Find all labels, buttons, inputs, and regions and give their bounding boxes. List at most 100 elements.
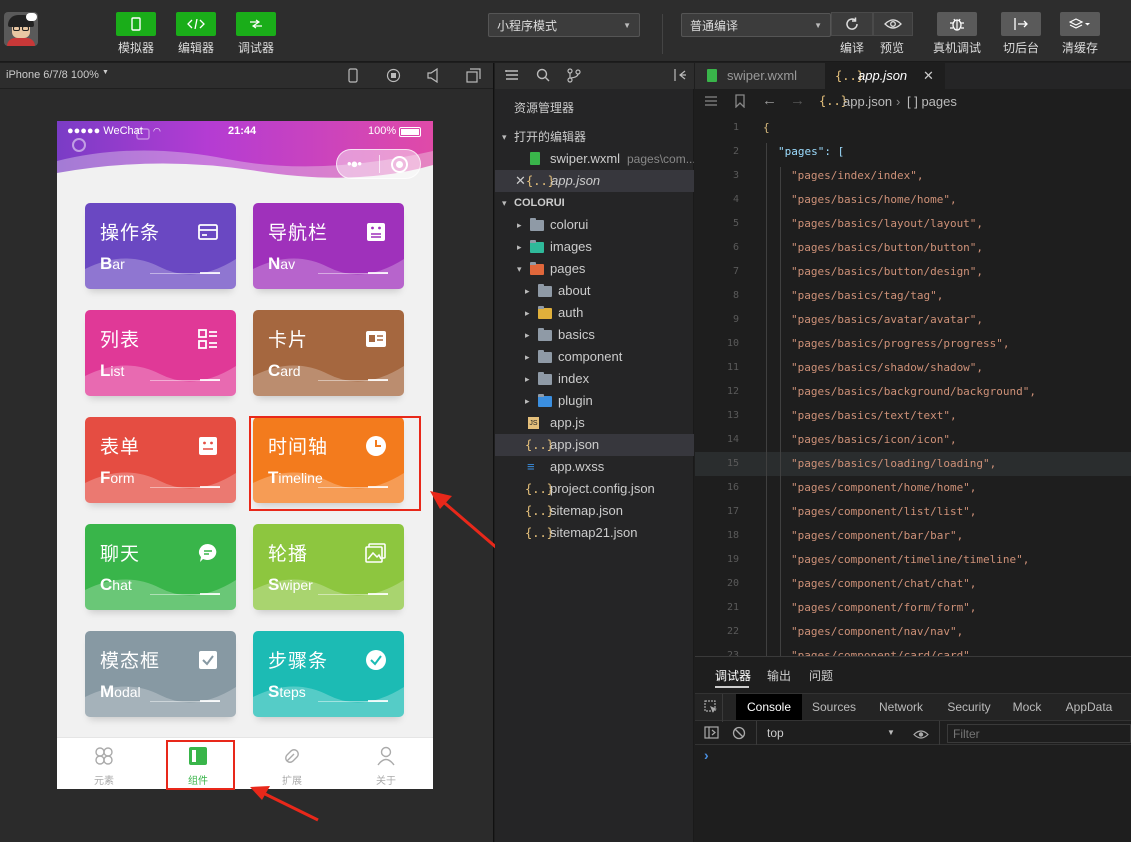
code-line[interactable]: 21 "pages/component/form/form", bbox=[695, 596, 1131, 620]
code-area[interactable]: 1{2 "pages": [3 "pages/index/index", 4 "page… bbox=[695, 115, 1131, 663]
chevron-right-icon[interactable]: ▸ bbox=[525, 346, 530, 368]
tree-item[interactable]: {..} project.config.json bbox=[495, 478, 694, 500]
chevron-right-icon[interactable]: ▸ bbox=[517, 236, 522, 258]
open-editor-app-json[interactable]: ✕ {..} app.json bbox=[495, 170, 694, 192]
line-number: 17 bbox=[726, 506, 739, 517]
menu-icon[interactable] bbox=[505, 68, 519, 85]
search-icon[interactable] bbox=[536, 68, 550, 85]
chevron-right-icon[interactable]: ▸ bbox=[525, 390, 530, 412]
line-number: 12 bbox=[726, 386, 739, 397]
console-tab[interactable]: Console bbox=[736, 694, 802, 720]
tree-item-label: basics bbox=[558, 327, 595, 342]
tree-item[interactable]: ▸ component bbox=[495, 346, 694, 368]
code-text: "pages/basics/shadow/shadow", bbox=[791, 361, 984, 374]
code-line[interactable]: 12 "pages/basics/background/background", bbox=[695, 380, 1131, 404]
tree-item-label: plugin bbox=[558, 393, 593, 408]
chevron-right-icon[interactable]: ▸ bbox=[525, 280, 530, 302]
code-line[interactable]: 19 "pages/component/timeline/timeline", bbox=[695, 548, 1131, 572]
console-toolbar: top ▼ bbox=[695, 721, 1131, 745]
tree-item[interactable]: {..} app.json bbox=[495, 434, 694, 456]
tree-item[interactable]: ▸ auth bbox=[495, 302, 694, 324]
forward-arrow-icon[interactable]: → bbox=[790, 92, 805, 109]
chevron-right-icon[interactable]: ▸ bbox=[517, 214, 522, 236]
chevron-right-icon[interactable]: ▸ bbox=[525, 324, 530, 346]
folder-icon bbox=[530, 240, 544, 253]
back-arrow-icon[interactable]: ← bbox=[762, 92, 777, 109]
tab-problems[interactable]: 问题 bbox=[809, 667, 833, 684]
tree-item-label: auth bbox=[558, 305, 584, 320]
open-editors-header[interactable]: ▾ 打开的编辑器 bbox=[495, 126, 694, 148]
console-tab[interactable]: Security bbox=[940, 694, 998, 720]
code-line[interactable]: 14 "pages/basics/icon/icon", bbox=[695, 428, 1131, 452]
tree-item[interactable]: ▸ images bbox=[495, 236, 694, 258]
close-tab-icon[interactable]: ✕ bbox=[923, 63, 934, 89]
tree-item[interactable]: JS app.js bbox=[495, 412, 694, 434]
code-line[interactable]: 2 "pages": [ bbox=[695, 140, 1131, 164]
code-line[interactable]: 17 "pages/component/list/list", bbox=[695, 500, 1131, 524]
tree-item[interactable]: ▸ basics bbox=[495, 324, 694, 346]
tree-item[interactable]: {..} sitemap21.json bbox=[495, 522, 694, 544]
console-tab[interactable]: Mock bbox=[1005, 694, 1049, 720]
breadcrumb-node[interactable]: [ ] pages bbox=[907, 94, 957, 109]
console-tab[interactable]: Sources bbox=[803, 694, 865, 720]
code-line[interactable]: 22 "pages/component/nav/nav", bbox=[695, 620, 1131, 644]
code-line[interactable]: 10 "pages/basics/progress/progress", bbox=[695, 332, 1131, 356]
editor-tabs: swiper.wxml {..} app.json ✕ bbox=[695, 63, 1131, 89]
eye-icon[interactable] bbox=[913, 727, 929, 745]
tree-item[interactable]: ▸ about bbox=[495, 280, 694, 302]
list-icon[interactable] bbox=[704, 95, 718, 110]
chevron-down-icon[interactable]: ▾ bbox=[517, 258, 522, 280]
breadcrumb: ← → {..} app.json › [ ] pages bbox=[695, 89, 1131, 115]
breadcrumb-separator: › bbox=[896, 94, 901, 109]
code-line[interactable]: 16 "pages/component/home/home", bbox=[695, 476, 1131, 500]
code-line[interactable]: 5 "pages/basics/layout/layout", bbox=[695, 212, 1131, 236]
tab-debugger[interactable]: 调试器 bbox=[715, 667, 751, 684]
close-icon[interactable]: ✕ bbox=[515, 170, 526, 192]
sidebar-toggle-icon[interactable] bbox=[704, 726, 719, 744]
console-tab[interactable]: Network bbox=[870, 694, 932, 720]
code-line[interactable]: 8 "pages/basics/tag/tag", bbox=[695, 284, 1131, 308]
breadcrumb-file[interactable]: app.json bbox=[843, 94, 892, 109]
code-line[interactable]: 4 "pages/basics/home/home", bbox=[695, 188, 1131, 212]
code-text: "pages/component/nav/nav", bbox=[791, 625, 964, 638]
tab-app-json[interactable]: {..} app.json ✕ bbox=[825, 63, 945, 89]
chevron-right-icon[interactable]: ▸ bbox=[525, 302, 530, 324]
context-select[interactable]: top bbox=[767, 726, 784, 740]
bookmark-icon[interactable] bbox=[734, 94, 746, 111]
tree-item[interactable]: {..} sitemap.json bbox=[495, 500, 694, 522]
git-branch-icon[interactable] bbox=[567, 68, 581, 86]
clear-console-icon[interactable] bbox=[732, 726, 746, 745]
chevron-down-icon[interactable]: ▼ bbox=[887, 728, 895, 737]
tree-item[interactable]: ▸ plugin bbox=[495, 390, 694, 412]
tree-item[interactable]: ▾ pages bbox=[495, 258, 694, 280]
inspect-icon[interactable] bbox=[704, 700, 718, 719]
console-prompt[interactable]: › bbox=[704, 747, 709, 763]
line-number: 10 bbox=[726, 338, 739, 349]
code-line[interactable]: 11 "pages/basics/shadow/shadow", bbox=[695, 356, 1131, 380]
code-line[interactable]: 13 "pages/basics/text/text", bbox=[695, 404, 1131, 428]
tree-item[interactable]: ≡ app.wxss bbox=[495, 456, 694, 478]
code-line[interactable]: 7 "pages/basics/button/design", bbox=[695, 260, 1131, 284]
code-line[interactable]: 6 "pages/basics/button/button", bbox=[695, 236, 1131, 260]
tab-swiper-wxml[interactable]: swiper.wxml bbox=[695, 63, 825, 89]
code-line[interactable]: 9 "pages/basics/avatar/avatar", bbox=[695, 308, 1131, 332]
tab-output[interactable]: 输出 bbox=[767, 667, 791, 684]
folder-icon bbox=[530, 218, 544, 231]
console-tab[interactable]: AppData bbox=[1058, 694, 1120, 720]
tree-item[interactable]: ▸ colorui bbox=[495, 214, 694, 236]
code-line[interactable]: 1{ bbox=[695, 116, 1131, 140]
open-editor-swiper[interactable]: swiper.wxml pages\com... bbox=[495, 148, 694, 170]
code-line[interactable]: 20 "pages/component/chat/chat", bbox=[695, 572, 1131, 596]
code-line[interactable]: 18 "pages/component/bar/bar", bbox=[695, 524, 1131, 548]
line-number: 5 bbox=[732, 218, 739, 229]
chevron-right-icon[interactable]: ▸ bbox=[525, 368, 530, 390]
folder-icon bbox=[538, 284, 552, 297]
code-line[interactable]: 15 "pages/basics/loading/loading", bbox=[695, 452, 1131, 476]
file-explorer: 资源管理器 ▾ 打开的编辑器 swiper.wxml pages\com... ✕… bbox=[495, 63, 694, 842]
console-filter-input[interactable] bbox=[947, 724, 1131, 743]
code-line[interactable]: 3 "pages/index/index", bbox=[695, 164, 1131, 188]
tree-item-label: sitemap.json bbox=[550, 503, 623, 518]
project-header[interactable]: ▾ COLORUI bbox=[495, 192, 694, 214]
collapse-panel-icon[interactable] bbox=[673, 68, 687, 85]
tree-item[interactable]: ▸ index bbox=[495, 368, 694, 390]
